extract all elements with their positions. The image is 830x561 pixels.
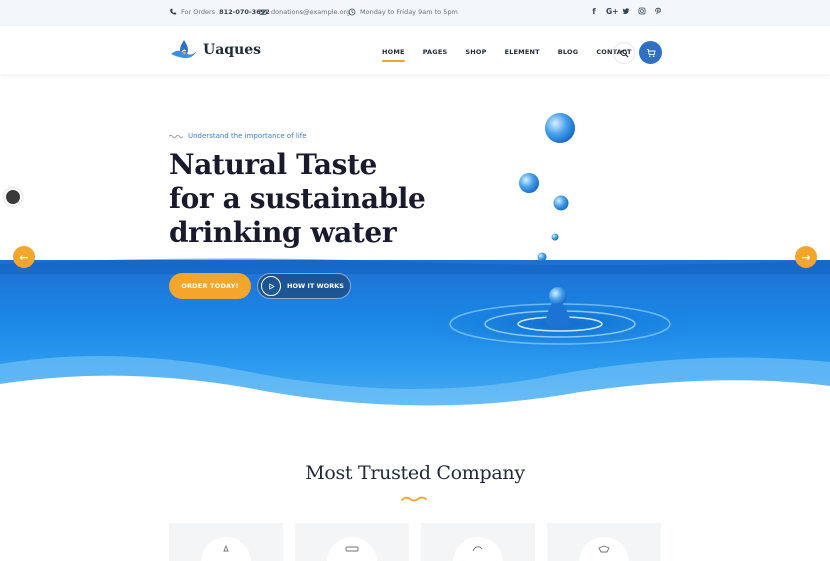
phone-icon [170, 8, 177, 15]
feature-icon-circle [201, 537, 251, 561]
cart-button[interactable] [639, 41, 662, 64]
feature-icon-circle [327, 537, 377, 561]
tilde-divider-icon [401, 496, 427, 502]
hours-text: Monday to Friday 9am to 5pm [360, 8, 458, 16]
order-phone-info: For Orders 812-070-3692 [169, 8, 270, 16]
hero-headline: Natural Taste for a sustainable drinking… [169, 148, 426, 250]
recycle-icon [472, 546, 483, 552]
hours-info: Monday to Friday 9am to 5pm [348, 8, 458, 16]
search-icon [620, 49, 628, 57]
hero-slider: Understand the importance of life Natura… [0, 74, 830, 414]
email-text[interactable]: donations@example.org [271, 8, 350, 16]
search-button[interactable] [613, 42, 635, 64]
feature-card[interactable] [421, 523, 535, 561]
eyebrow-text: Understand the importance of life [188, 132, 307, 140]
headline-line-3: drinking water [169, 216, 397, 249]
main-header: Uaques HOME PAGES SHOP ELEMENT BLOG CONT… [0, 26, 830, 74]
tank-icon [345, 546, 359, 552]
feature-card[interactable] [169, 523, 283, 561]
nav-element[interactable]: ELEMENT [505, 48, 540, 56]
how-it-works-button[interactable]: HOW IT WORKS [257, 273, 351, 299]
nav-home[interactable]: HOME [382, 48, 405, 62]
cart-icon [646, 48, 656, 57]
google-plus-icon[interactable]: G+ [606, 7, 618, 17]
instagram-icon[interactable] [638, 7, 646, 17]
water-drop-logo-icon [171, 40, 197, 59]
logo[interactable]: Uaques [169, 38, 261, 62]
facebook-icon[interactable]: f [590, 7, 598, 17]
email-icon [259, 9, 267, 15]
social-links: f G+ [590, 7, 662, 17]
section-title: Most Trusted Company [305, 462, 525, 484]
slider-prev-button[interactable]: ← [13, 246, 35, 268]
nav-blog[interactable]: BLOG [558, 48, 579, 56]
side-widget-button[interactable] [4, 188, 22, 206]
nav-shop[interactable]: SHOP [465, 48, 486, 56]
flask-icon [223, 545, 229, 552]
main-nav: HOME PAGES SHOP ELEMENT BLOG CONTACT [382, 48, 650, 62]
pinterest-icon[interactable] [654, 7, 662, 17]
order-today-button[interactable]: ORDER TODAY! [169, 273, 251, 299]
slider-next-button[interactable]: → [795, 246, 817, 268]
shield-icon [598, 545, 610, 553]
feature-icon-circle [453, 537, 503, 561]
how-it-works-label: HOW IT WORKS [287, 282, 344, 290]
clock-icon [348, 8, 356, 16]
top-info-bar: For Orders 812-070-3692 donations@exampl… [0, 0, 830, 26]
feature-card[interactable] [295, 523, 409, 561]
feature-card[interactable] [547, 523, 661, 561]
nav-pages[interactable]: PAGES [423, 48, 448, 56]
order-label: For Orders [181, 8, 216, 16]
play-icon [261, 276, 281, 296]
email-info: donations@example.org [259, 8, 350, 16]
wave-icon [169, 134, 183, 138]
twitter-icon[interactable] [622, 7, 630, 17]
hero-eyebrow: Understand the importance of life [169, 132, 307, 140]
headline-line-1: Natural Taste [169, 148, 377, 181]
logo-text: Uaques [203, 42, 262, 58]
page: For Orders 812-070-3692 donations@exampl… [0, 0, 830, 561]
feature-icon-circle [579, 537, 629, 561]
headline-line-2: for a sustainable [169, 182, 426, 215]
